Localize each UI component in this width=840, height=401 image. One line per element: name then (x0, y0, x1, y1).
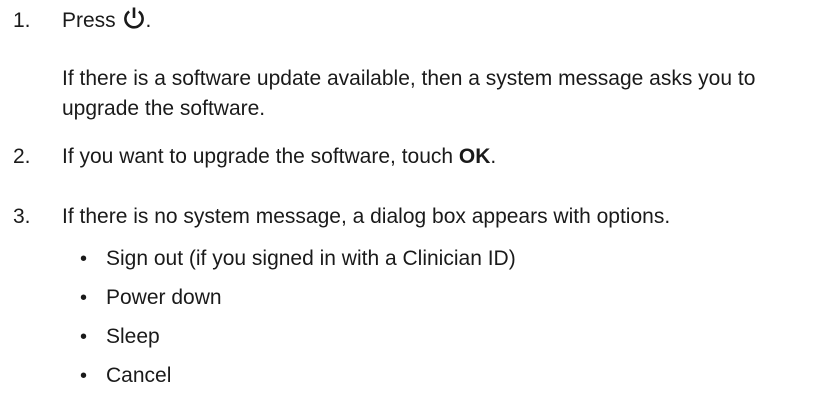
step-3: 3. If there is no system message, a dial… (0, 202, 840, 232)
option-label: Sign out (if you signed in with a Clinic… (106, 247, 516, 270)
step-1-text-before: Press (62, 9, 122, 32)
step-2-text: If you want to upgrade the software, tou… (62, 142, 496, 172)
step-1-text: Press . (62, 6, 151, 36)
bullet-icon: • (80, 287, 88, 309)
step-2: 2. If you want to upgrade the software, … (0, 142, 840, 172)
option-label: Sleep (106, 325, 160, 348)
power-icon (122, 6, 146, 30)
step-3-text: If there is no system message, a dialog … (62, 205, 671, 228)
bullet-icon: • (80, 248, 88, 270)
bullet-icon: • (80, 326, 88, 348)
ok-label: OK (458, 145, 491, 168)
step-1-note-line-1: If there is a software update available,… (62, 67, 756, 90)
step-1-number: 1. (13, 9, 31, 32)
step-1-note-line-2: upgrade the software. (62, 97, 266, 120)
step-2-text-after: . (490, 145, 497, 168)
list-item: • Cancel (0, 361, 840, 391)
step-2-number: 2. (13, 145, 31, 168)
instruction-document: 1. Press . If there is a software update… (0, 0, 840, 401)
option-label: Power down (106, 286, 222, 309)
list-item: • Sleep (0, 322, 840, 352)
bullet-icon: • (80, 365, 88, 387)
step-2-text-main: If you want to upgrade the software, tou… (62, 145, 459, 168)
step-1: 1. Press . (0, 6, 840, 36)
step-1-text-after: . (145, 9, 152, 32)
step-3-number: 3. (13, 205, 31, 228)
list-item: • Power down (0, 283, 840, 313)
list-item: • Sign out (if you signed in with a Clin… (0, 244, 840, 274)
option-label: Cancel (106, 364, 172, 387)
